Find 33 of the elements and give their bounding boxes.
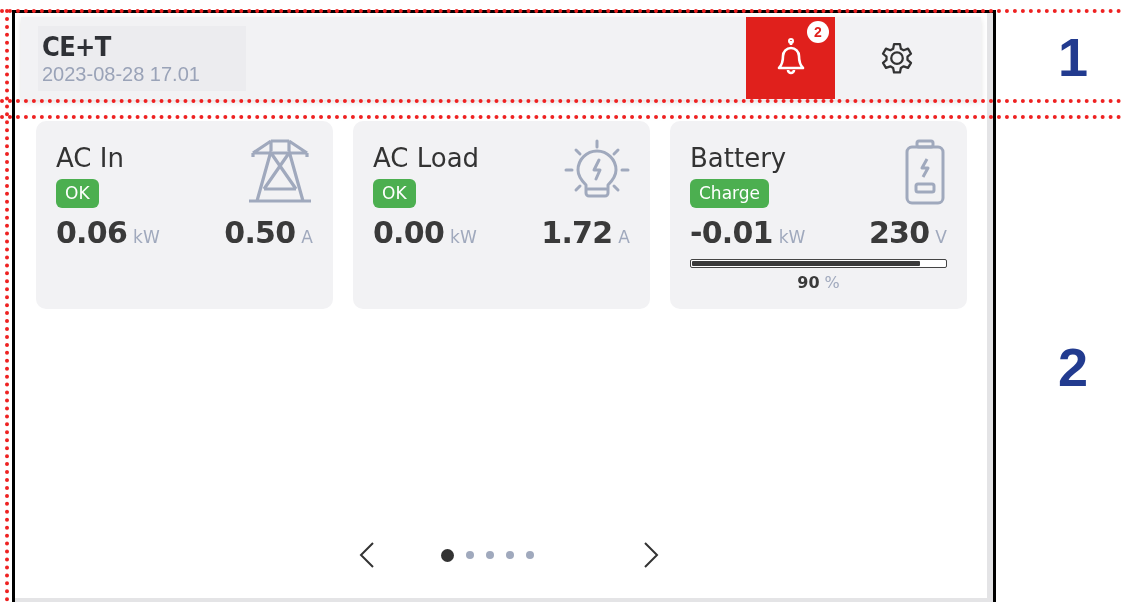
unit-label: V (935, 226, 947, 249)
battery-icon (903, 139, 947, 205)
unit-label: kW (450, 226, 477, 249)
status-card[interactable]: Battery Charge -0.01 kW 230 V 90 % (670, 121, 967, 309)
unit-label: A (301, 226, 313, 249)
power-value: -0.01 (690, 214, 773, 252)
card-title: AC Load (373, 143, 480, 173)
unit-label: A (618, 226, 630, 249)
annotation-number: 1 (1058, 30, 1089, 84)
card-title: Battery (690, 143, 787, 173)
date-time: 2023-08-28 17.01 (42, 61, 201, 86)
chevron-left-icon (359, 542, 375, 568)
notifications-button[interactable]: 2 (746, 17, 835, 99)
unit-label: kW (778, 226, 806, 249)
charge-percent: 90 (797, 272, 820, 294)
unit-label: % (824, 272, 840, 294)
annotation-number: 2 (1058, 340, 1089, 394)
power-value: 0.00 (373, 214, 445, 252)
chevron-right-icon (643, 542, 659, 568)
status-badge: Charge (690, 179, 769, 208)
measurement-value: 0.50 (224, 214, 296, 252)
status-card[interactable]: AC Load OK 0.00 kW 1.72 A (353, 121, 650, 309)
power-tower-icon (247, 139, 313, 205)
status-card[interactable]: AC In OK 0.06 kW 0.50 A (36, 121, 333, 309)
power-value: 0.06 (56, 214, 128, 252)
measurement-value: 230 (869, 214, 930, 252)
status-badge: OK (373, 179, 416, 208)
unit-label: kW (133, 226, 160, 249)
status-badge: OK (56, 179, 99, 208)
notification-count: 2 (807, 21, 829, 43)
measurement-value: 1.72 (541, 214, 613, 252)
card-title: AC In (56, 143, 124, 173)
device-title: CE+T (42, 31, 113, 62)
